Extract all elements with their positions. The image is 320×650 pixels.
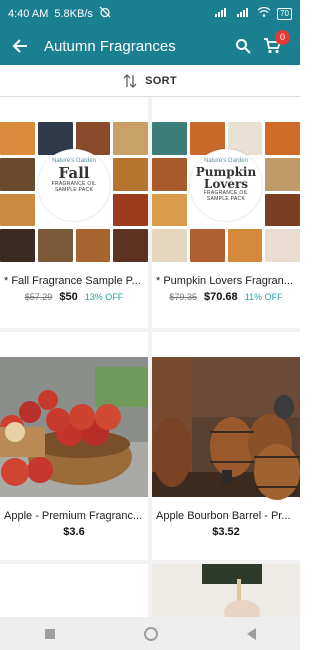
wifi-icon bbox=[257, 6, 271, 20]
product-image: Nature's Garden Pumpkin Lovers FRAGRANCE… bbox=[152, 97, 300, 269]
product-card-apple[interactable]: Apple - Premium Fragranc... $3.6 bbox=[0, 332, 148, 560]
search-button[interactable] bbox=[228, 27, 258, 65]
product-card-pumpkin-sample[interactable]: Nature's Garden Pumpkin Lovers FRAGRANCE… bbox=[152, 97, 300, 328]
status-speed: 5.8KB/s bbox=[54, 7, 93, 20]
apple-basket-image bbox=[0, 332, 148, 504]
product-name: * Pumpkin Lovers Fragran... bbox=[156, 275, 293, 287]
app-bar: Autumn Fragrances 0 bbox=[0, 27, 300, 65]
price-row: $3.52 bbox=[152, 526, 300, 538]
product-image bbox=[0, 332, 148, 504]
product-card-partial-right[interactable] bbox=[152, 564, 300, 617]
product-image bbox=[152, 332, 300, 504]
emblem-title: Pumpkin Lovers bbox=[195, 165, 257, 191]
product-card-apple-bourbon[interactable]: Apple Bourbon Barrel - Pr... $3.52 bbox=[152, 332, 300, 560]
signal-icon bbox=[215, 7, 231, 20]
old-price: $79.35 bbox=[169, 292, 197, 302]
emblem-brand: Nature's Garden bbox=[204, 158, 248, 164]
system-back-button[interactable] bbox=[246, 627, 256, 640]
barrels-image bbox=[152, 332, 300, 504]
status-bar: 4:40 AM 5.8KB/s 70 bbox=[0, 0, 300, 27]
price-row: $57.29 $50 13% OFF bbox=[0, 291, 148, 303]
recents-button[interactable] bbox=[44, 628, 55, 639]
fall-emblem: Nature's Garden Fall FRAGRANCE OIL SAMPL… bbox=[38, 149, 110, 221]
back-button[interactable] bbox=[0, 27, 40, 65]
sort-icon bbox=[123, 73, 137, 88]
signal-icon-2 bbox=[237, 7, 251, 20]
current-price: $50 bbox=[59, 291, 78, 303]
search-icon bbox=[236, 39, 251, 54]
price-row: $79.35 $70.68 11% OFF bbox=[152, 291, 300, 303]
emblem-title: Fall bbox=[58, 164, 90, 182]
cart-button[interactable]: 0 bbox=[258, 27, 290, 65]
alarm-off-icon bbox=[99, 6, 111, 21]
product-image-partial bbox=[0, 564, 148, 617]
current-price: $3.6 bbox=[63, 526, 85, 538]
sort-label: SORT bbox=[145, 74, 177, 87]
product-card-fall-sample[interactable]: Nature's Garden Fall FRAGRANCE OIL SAMPL… bbox=[0, 97, 148, 328]
old-price: $57.29 bbox=[24, 292, 53, 302]
pumpkin-emblem: Nature's Garden Pumpkin Lovers FRAGRANCE… bbox=[190, 149, 262, 221]
system-nav-bar bbox=[0, 617, 300, 650]
product-image: Nature's Garden Fall FRAGRANCE OIL SAMPL… bbox=[0, 97, 148, 269]
battery-icon: 70 bbox=[277, 7, 292, 20]
emblem-line2: SAMPLE PACK bbox=[206, 196, 246, 202]
arrow-left-icon bbox=[12, 39, 27, 53]
product-image-partial bbox=[152, 564, 300, 617]
current-price: $3.52 bbox=[212, 526, 240, 538]
sort-button[interactable]: SORT bbox=[0, 65, 300, 97]
product-name: Apple Bourbon Barrel - Pr... bbox=[156, 510, 291, 522]
product-name: * Fall Fragrance Sample P... bbox=[4, 275, 141, 287]
current-price: $70.68 bbox=[204, 291, 238, 303]
product-grid: Nature's Garden Fall FRAGRANCE OIL SAMPL… bbox=[0, 97, 300, 617]
discount-label: 11% OFF bbox=[244, 292, 283, 302]
status-time: 4:40 AM bbox=[8, 7, 49, 20]
price-row: $3.6 bbox=[0, 526, 148, 538]
cart-count-badge: 0 bbox=[275, 30, 290, 45]
product-card-partial-left[interactable] bbox=[0, 564, 148, 617]
discount-label: 13% OFF bbox=[84, 292, 124, 302]
page-title: Autumn Fragrances bbox=[44, 37, 176, 55]
product-name: Apple - Premium Fragranc... bbox=[4, 510, 143, 522]
home-button[interactable] bbox=[143, 626, 158, 641]
emblem-line2: SAMPLE PACK bbox=[54, 187, 94, 193]
